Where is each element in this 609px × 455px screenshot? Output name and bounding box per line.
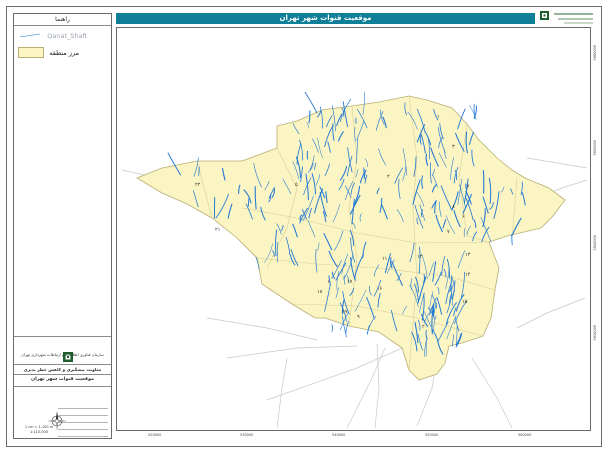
- legend-divider: [14, 336, 111, 337]
- qanat-line-icon: [19, 33, 41, 38]
- legend-label-boundary: مرز منطقه: [49, 48, 80, 57]
- map-sheet: راهنما Qanat_Shaft مرز منطقه سازمان فناو…: [0, 0, 609, 455]
- district-label: ۱۷: [347, 279, 353, 285]
- district-label: ۱۹: [342, 309, 348, 315]
- district-label: ۶: [462, 214, 465, 220]
- road-line: [374, 343, 380, 429]
- legend-item-boundary: مرز منطقه: [18, 47, 79, 58]
- map-title: موقعیت قنوات شهر تهران: [116, 13, 535, 24]
- road-line: [226, 345, 358, 359]
- district-label: ۱۵: [462, 299, 468, 305]
- x-coordinate-label: 540000: [332, 433, 346, 437]
- district-label: ۷: [447, 229, 450, 235]
- qanat-line: [331, 324, 333, 332]
- x-coordinate-label: 520000: [148, 433, 162, 437]
- district-label: ۴: [467, 184, 470, 190]
- road-line: [516, 297, 586, 329]
- legend-divider: [14, 364, 111, 365]
- info-row: [58, 402, 108, 409]
- qanat-line: [511, 234, 513, 246]
- district-label: ۱۶: [377, 286, 383, 292]
- legend-divider: [14, 374, 111, 375]
- deputy-text: معاونت پیشگیری و کاهش خطر پذیری: [23, 367, 102, 372]
- legend-item-qanat: Qanat_Shaft: [18, 31, 87, 40]
- district-label: ۵: [295, 182, 298, 188]
- qanat-line: [247, 198, 250, 207]
- y-coordinate-label: 3940000: [593, 235, 597, 251]
- district-label: ۱۱: [382, 256, 387, 262]
- district-label: ۲۲: [195, 182, 201, 188]
- district-label: ۱: [437, 114, 440, 120]
- scale-ratio-text: 1:110,000: [30, 430, 48, 434]
- district-label: ۱۲: [417, 254, 423, 260]
- city-boundary: [136, 95, 566, 381]
- y-coordinate-label: 3930000: [593, 325, 597, 341]
- road-line: [471, 357, 513, 429]
- x-coordinate-label: 560000: [518, 433, 532, 437]
- district-label: ۲: [387, 174, 390, 180]
- road-line: [526, 157, 588, 169]
- qanat-line: [469, 105, 477, 120]
- legend-label-qanat: Qanat_Shaft: [47, 31, 88, 40]
- district-label: ۱۸: [317, 289, 323, 295]
- x-coordinate-label: 550000: [425, 433, 439, 437]
- qanat-swatch: [18, 31, 42, 40]
- district-label: ۳: [452, 144, 455, 150]
- district-label: ۱۳: [465, 252, 471, 258]
- y-coordinate-label: 3960000: [593, 45, 597, 61]
- tehran-map: ۱۲۳۴۵۶۷۸۹۱۰۱۱ ۱۲ ۱۳۱۴۱۵۱۶۱۷۱۸۱۹۲۰۲۱۲۲: [121, 91, 588, 429]
- x-coordinate-label: 530000: [240, 433, 254, 437]
- district-label: ۱۰: [327, 279, 332, 285]
- district-label: ۸: [452, 204, 455, 210]
- legend-divider: [14, 386, 111, 387]
- y-coordinate-label: 3950000: [593, 140, 597, 156]
- district-label: ۹: [357, 314, 360, 320]
- scale-unit-text: 1 cm = 1,100 m: [24, 425, 54, 429]
- legend-panel: راهنما Qanat_Shaft مرز منطقه سازمان فناو…: [13, 13, 112, 439]
- logo-org-text: سازمان فناوری اطلاعات و ارتباطات شهرداری…: [21, 352, 104, 357]
- district-label: ۱۴: [465, 272, 471, 278]
- boundary-swatch: [18, 47, 44, 58]
- road-line: [276, 357, 288, 429]
- qanat-line: [473, 103, 476, 119]
- qanat-line: [304, 91, 318, 114]
- map-name-text: موقعیت قنوات شهر تهران: [30, 377, 94, 382]
- road-line: [206, 317, 318, 341]
- legend-heading: راهنما: [14, 14, 111, 26]
- header-logo-icon: [540, 11, 593, 24]
- map-frame: ۱ ۲ ۳ ۴ ۵ ۶ ۷ ۸ ۹ ۱۰ ۱۱ ۱۲ ۱۳ ۱۴ ۱۵ ۱۶ ۱۷ ۱۸ ۱۹ ۲۰ ۲۱ ۲۲: [116, 27, 591, 431]
- district-label: ۲۱: [215, 227, 220, 233]
- district-label: ۲۰: [422, 324, 427, 330]
